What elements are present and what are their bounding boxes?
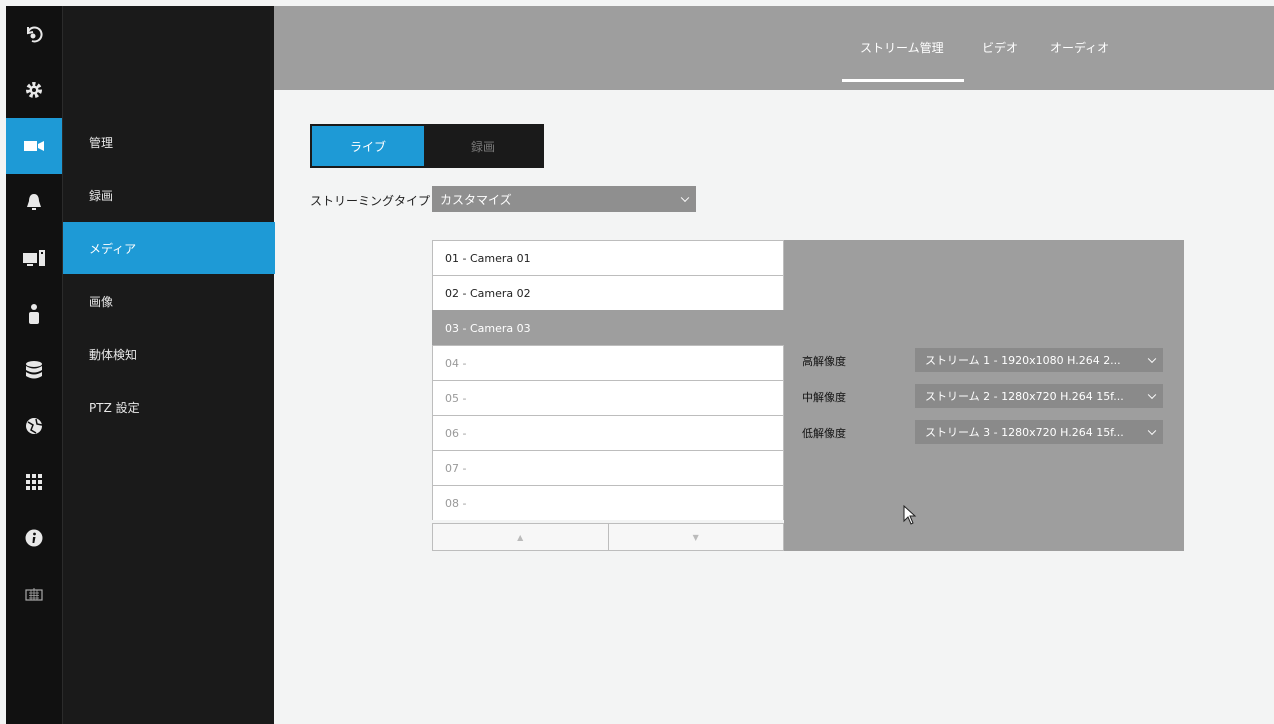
low-resolution-label: 低解像度 [802,427,846,440]
icon-rail [6,6,62,724]
live-button[interactable]: ライブ [312,126,424,166]
globe-icon[interactable] [6,398,62,454]
keyboard-icon[interactable] [6,566,62,622]
menu-item-label: 動体検知 [89,347,138,362]
chevron-down-icon [1147,354,1157,364]
gear-icon[interactable] [6,62,62,118]
chevron-down-icon [680,193,690,203]
camera-list-item[interactable]: 06 - [432,415,784,450]
grid-icon[interactable] [6,454,62,510]
camera-list: 01 - Camera 01 02 - Camera 02 03 - Camer… [432,240,784,520]
info-icon[interactable] [6,510,62,566]
menu-item-label: 画像 [89,294,114,309]
medium-resolution-label: 中解像度 [802,391,846,404]
menu-item-label: 録画 [89,188,114,203]
medium-resolution-value: ストリーム 2 - 1280x720 H.264 15f... [925,390,1124,403]
camera-name: 04 - [445,356,467,370]
medium-resolution-select[interactable]: ストリーム 2 - 1280x720 H.264 15f... [915,384,1163,408]
record-button[interactable]: 録画 [424,126,542,166]
high-resolution-value: ストリーム 1 - 1920x1080 H.264 2... [925,354,1121,367]
database-icon[interactable] [6,342,62,398]
menu-item-media[interactable]: メディア [63,222,275,274]
tab-stream-management[interactable]: ストリーム管理 [860,39,944,56]
menu-item-management[interactable]: 管理 [63,116,275,168]
mode-toggle: ライブ 録画 [310,124,544,168]
camera-name: 02 - Camera 02 [445,286,531,300]
streaming-type-select[interactable]: カスタマイズ [432,186,696,212]
camera-pager: ▲ ▼ [432,523,784,551]
menu-item-ptz-settings[interactable]: PTZ 設定 [63,381,275,433]
menu-item-image[interactable]: 画像 [63,275,275,327]
monitor-icon[interactable] [6,230,62,286]
tab-video[interactable]: ビデオ [982,39,1018,56]
top-bar: ストリーム管理 ビデオ オーディオ [274,6,1274,90]
page-down-button[interactable]: ▼ [607,524,784,550]
camera-list-item[interactable]: 08 - [432,485,784,520]
menu-item-label: 管理 [89,135,114,150]
camera-list-item[interactable]: 07 - [432,450,784,485]
streaming-type-label: ストリーミングタイプ [310,194,431,208]
chevron-down-icon [1147,426,1157,436]
app-root: 管理 録画 メディア 画像 動体検知 PTZ 設定 ストリーム管理 ビデオ オー… [0,0,1274,724]
tab-audio[interactable]: オーディオ [1050,39,1109,56]
page-up-button[interactable]: ▲ [433,524,608,550]
camera-list-item[interactable]: 04 - [432,345,784,380]
playback-icon[interactable] [6,6,62,62]
user-icon[interactable] [6,286,62,342]
camera-name: 06 - [445,426,467,440]
streaming-type-value: カスタマイズ [440,192,512,207]
high-resolution-select[interactable]: ストリーム 1 - 1920x1080 H.264 2... [915,348,1163,372]
camera-name: 08 - [445,496,467,510]
camera-name: 01 - Camera 01 [445,251,531,265]
settings-menu: 管理 録画 メディア 画像 動体検知 PTZ 設定 [62,6,275,724]
mouse-cursor-icon [903,505,917,525]
chevron-down-icon [1147,390,1157,400]
high-resolution-label: 高解像度 [802,355,846,368]
low-resolution-select[interactable]: ストリーム 3 - 1280x720 H.264 15f... [915,420,1163,444]
triangle-down-icon: ▼ [692,532,699,542]
menu-item-recording[interactable]: 録画 [63,169,275,221]
low-resolution-value: ストリーム 3 - 1280x720 H.264 15f... [925,426,1124,439]
camera-name: 05 - [445,391,467,405]
camera-name: 03 - Camera 03 [445,321,531,335]
menu-item-label: メディア [89,241,137,256]
camera-name: 07 - [445,461,467,475]
stream-settings-panel: 高解像度 ストリーム 1 - 1920x1080 H.264 2... 中解像度… [784,240,1184,551]
menu-item-label: PTZ 設定 [89,400,140,415]
camera-icon[interactable] [6,118,62,174]
triangle-up-icon: ▲ [517,532,524,542]
bell-icon[interactable] [6,174,62,230]
active-tab-indicator [842,79,964,82]
camera-list-item[interactable]: 05 - [432,380,784,415]
menu-item-motion-detection[interactable]: 動体検知 [63,328,275,380]
camera-list-item[interactable]: 01 - Camera 01 [432,240,784,275]
camera-list-item-selected[interactable]: 03 - Camera 03 [432,310,784,345]
camera-list-item[interactable]: 02 - Camera 02 [432,275,784,310]
